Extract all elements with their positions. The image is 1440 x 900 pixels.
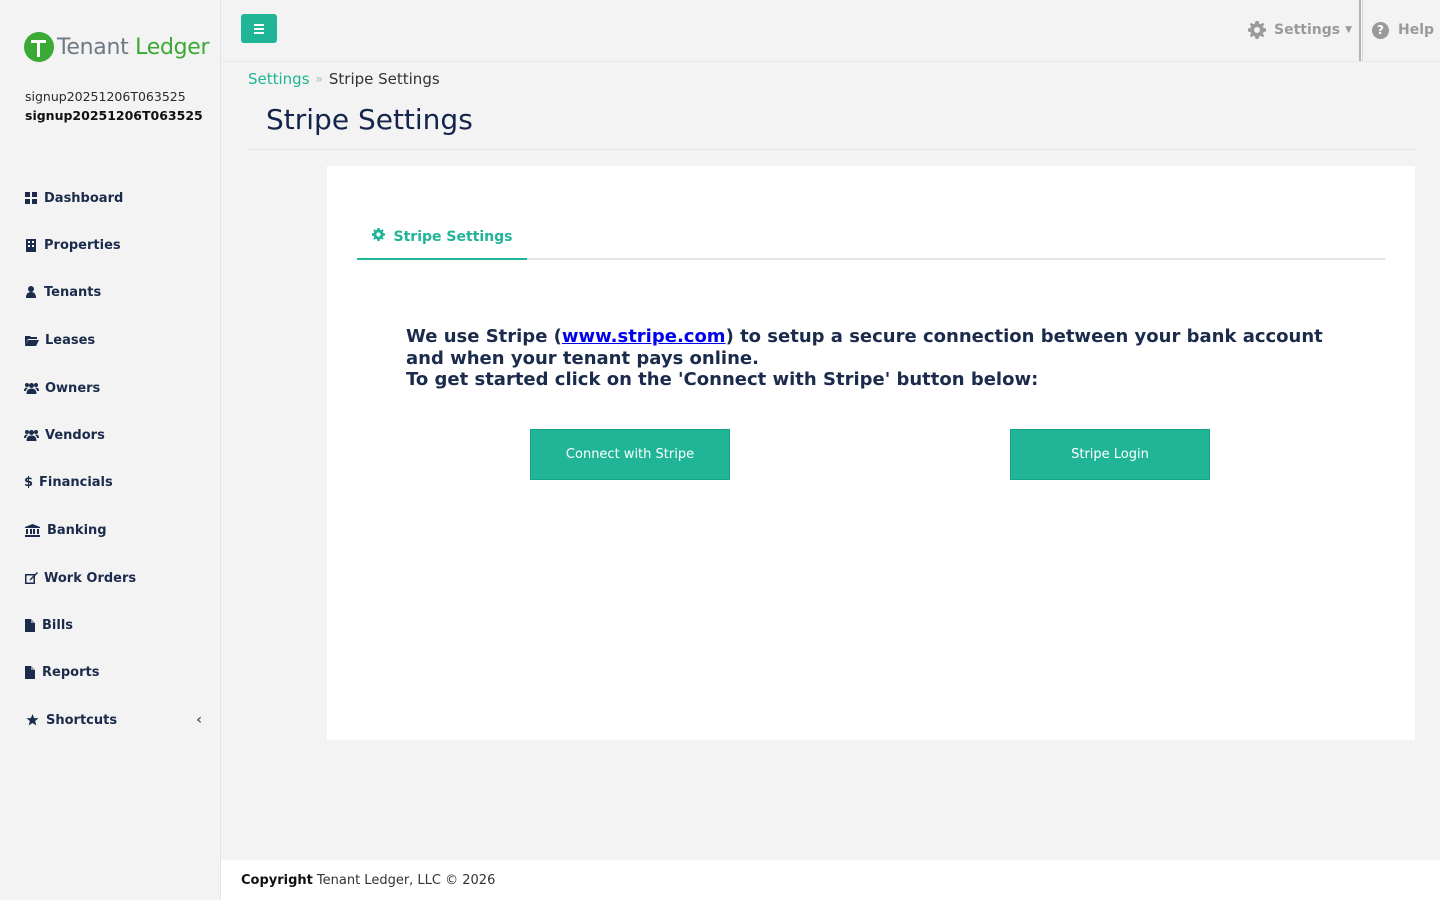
sidebar-item-label: Work Orders [44, 570, 137, 586]
sidebar-item-tenants[interactable]: Tenants [24, 282, 210, 302]
sidebar-item-financials[interactable]: $ Financials [24, 472, 210, 492]
sidebar-item-label: Reports [42, 664, 100, 680]
divider [221, 61, 1440, 62]
breadcrumb-settings-link[interactable]: Settings [248, 70, 310, 88]
help-label: Help [1398, 22, 1435, 38]
page-title: Stripe Settings [266, 103, 473, 136]
settings-dropdown[interactable]: Settings ▼ [1248, 20, 1352, 40]
users-icon [24, 428, 39, 442]
logo[interactable]: Tenant Ledger [24, 32, 210, 62]
gear-icon [371, 228, 385, 245]
users-icon [24, 381, 39, 395]
sidebar-item-label: Banking [47, 522, 107, 538]
sidebar-item-label: Shortcuts [46, 712, 118, 728]
breadcrumb: Settings » Stripe Settings [248, 70, 440, 88]
stripe-website-link[interactable]: www.stripe.com [562, 326, 726, 347]
stripe-login-button[interactable]: Stripe Login [1010, 429, 1210, 480]
sidebar-item-label: Tenants [44, 284, 102, 300]
sidebar-item-banking[interactable]: Banking [24, 520, 210, 540]
sidebar-item-label: Financials [39, 474, 113, 490]
user-icon [24, 285, 38, 299]
stripe-intro-text: We use Stripe (www.stripe.com) to setup … [406, 326, 1323, 390]
dashboard-icon [24, 191, 38, 205]
sidebar-item-label: Properties [44, 237, 121, 253]
sidebar-item-label: Dashboard [44, 190, 124, 206]
sidebar: Tenant Ledger signup20251206T063525 sign… [0, 0, 221, 900]
sidebar-item-label: Bills [42, 617, 74, 633]
sidebar-item-bills[interactable]: Bills [24, 615, 210, 635]
footer: Copyright Tenant Ledger, LLC © 2026 [221, 860, 1440, 900]
user-name: signup20251206T063525 [25, 89, 186, 104]
settings-label: Settings [1274, 22, 1341, 38]
sidebar-item-leases[interactable]: Leases [24, 330, 210, 350]
sidebar-item-owners[interactable]: Owners [24, 378, 210, 398]
logo-text-tenant: Tenant [57, 34, 129, 60]
logo-text-ledger: Ledger [135, 34, 210, 60]
tab-label: Stripe Settings [393, 228, 513, 245]
chevron-left-icon[interactable]: ‹ [196, 712, 202, 728]
star-icon [24, 713, 40, 727]
folder-open-icon [24, 333, 39, 347]
double-chevron-right-icon: » [315, 72, 323, 86]
sidebar-item-vendors[interactable]: Vendors [24, 425, 210, 445]
connect-with-stripe-button[interactable]: Connect with Stripe [530, 429, 730, 480]
sidebar-item-work-orders[interactable]: Work Orders [24, 568, 210, 588]
user-account: signup20251206T063525 [25, 108, 203, 123]
stripe-settings-card: Stripe Settings We use Stripe (www.strip… [327, 166, 1415, 740]
divider [248, 149, 1416, 150]
tab-stripe-settings[interactable]: Stripe Settings [357, 215, 527, 260]
footer-text: Tenant Ledger, LLC © 2026 [316, 872, 496, 888]
sidebar-item-properties[interactable]: Properties [24, 235, 210, 255]
edit-icon [24, 571, 38, 585]
dollar-icon: $ [23, 474, 34, 490]
breadcrumb-current: Stripe Settings [328, 70, 440, 88]
sidebar-item-label: Vendors [45, 427, 105, 443]
sidebar-item-shortcuts[interactable]: Shortcuts ‹ [24, 710, 210, 730]
help-link[interactable]: ? Help [1372, 20, 1434, 40]
sidebar-item-label: Owners [45, 380, 101, 396]
sidebar-item-dashboard[interactable]: Dashboard [24, 188, 210, 208]
logo-icon [24, 32, 54, 62]
building-icon [24, 238, 38, 252]
bank-icon [24, 523, 41, 537]
caret-down-icon: ▼ [1345, 25, 1353, 35]
footer-copyright-label: Copyright [241, 872, 313, 888]
menu-toggle-button[interactable] [241, 14, 277, 43]
divider [1359, 0, 1363, 61]
gear-icon [1248, 21, 1266, 39]
file-icon [24, 618, 36, 632]
file-icon [24, 665, 36, 679]
sidebar-item-label: Leases [45, 332, 96, 348]
sidebar-item-reports[interactable]: Reports [24, 662, 210, 682]
question-circle-icon: ? [1372, 21, 1389, 39]
